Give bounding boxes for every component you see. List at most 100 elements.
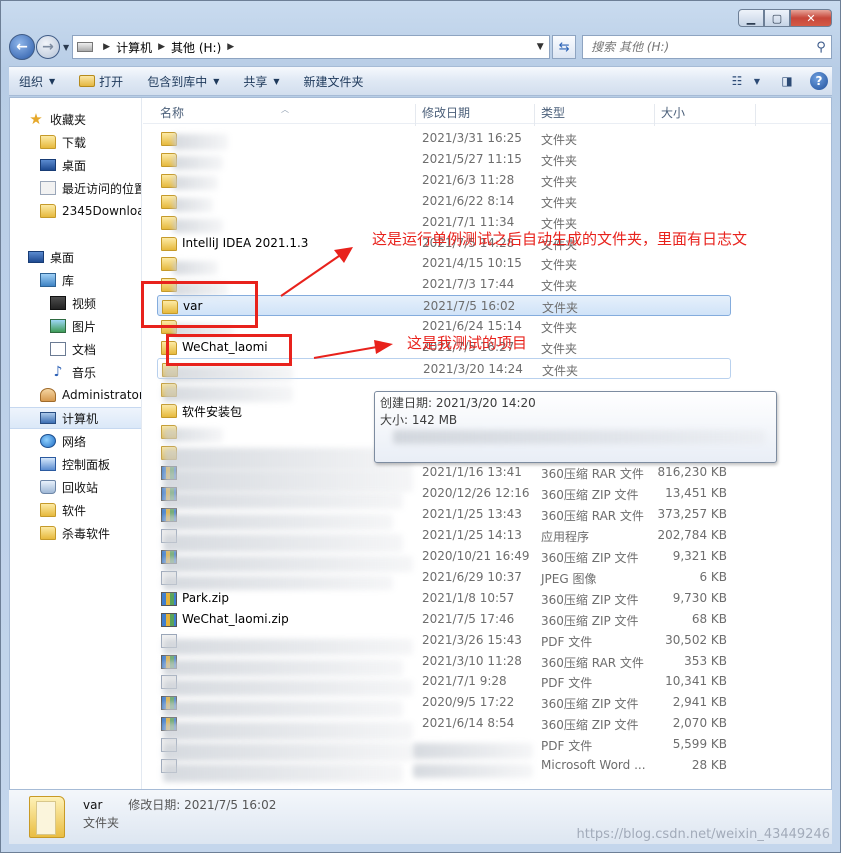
file-type: 文件夹 (541, 279, 578, 294)
file-size: 5,599 KB (672, 737, 727, 752)
sidebar-item-videos[interactable]: 视频 (50, 292, 141, 314)
large-folder-icon (29, 796, 65, 838)
chevron-down-icon: ▼ (49, 76, 56, 86)
table-row[interactable]: 2021/5/27 11:15 文件夹 (157, 149, 731, 170)
details-text: var 修改日期: 2021/7/5 16:02 文件夹 (83, 796, 276, 832)
include-in-library-button[interactable]: 包含到库中 ▼ (147, 73, 219, 90)
file-date: 2021/6/24 15:14 (422, 319, 522, 334)
column-date[interactable]: 修改日期 (422, 104, 470, 121)
file-type: 360压缩 ZIP 文件 (541, 551, 639, 565)
organize-button[interactable]: 组织 ▼ (19, 73, 55, 90)
address-dropdown-icon[interactable]: ▼ (531, 42, 549, 52)
sidebar-item-pictures[interactable]: 图片 (50, 315, 141, 337)
redaction (163, 764, 403, 782)
help-button[interactable]: ? (806, 70, 832, 92)
chevron-right-icon[interactable]: ▶ (158, 42, 165, 52)
table-row[interactable]: 2021/6/3 11:28 文件夹 (157, 170, 731, 191)
picture-icon (50, 319, 66, 333)
sidebar-label: 软件 (62, 503, 87, 518)
address-bar[interactable]: ▶ 计算机 ▶ 其他 (H:) ▶ ▼ (72, 35, 551, 59)
file-tooltip: 创建日期: 2021/3/20 14:20 大小: 142 MB (374, 391, 777, 463)
table-row[interactable]: WeChat_laomi.zip 2021/7/5 17:46 360压缩 ZIP … (157, 609, 731, 630)
back-button[interactable]: ← (9, 34, 35, 60)
music-note-icon: ♪ (53, 364, 63, 380)
table-row[interactable]: 2021/6/22 8:14 文件夹 (157, 191, 731, 212)
minimize-button[interactable]: ▁ (738, 9, 764, 27)
sidebar-item-network[interactable]: 网络 (40, 430, 141, 452)
back-arrow-icon: ← (16, 39, 28, 55)
file-type: 360压缩 ZIP 文件 (541, 592, 639, 607)
redaction (163, 386, 293, 402)
breadcrumb-computer[interactable]: 计算机 (116, 39, 152, 56)
sidebar-item-control-panel[interactable]: 控制面板 (40, 453, 141, 475)
annotation-var-note: 这是运行单例测试之后自动生成的文件夹，里面有日志文 (372, 230, 748, 248)
column-divider[interactable] (654, 104, 655, 126)
redaction (163, 514, 393, 530)
breadcrumb-drive-h[interactable]: 其他 (H:) (171, 39, 221, 56)
column-divider[interactable] (755, 104, 756, 126)
refresh-button[interactable]: ⇆ (552, 35, 577, 59)
search-box[interactable]: ⚲ (582, 35, 832, 59)
preview-pane-icon[interactable]: ◨ (774, 70, 800, 92)
search-input[interactable] (591, 40, 811, 54)
forward-button[interactable]: → (36, 35, 60, 59)
file-size: 68 KB (691, 611, 727, 626)
sidebar-item-desktop-root[interactable]: 桌面 (28, 246, 141, 268)
new-folder-button[interactable]: 新建文件夹 (304, 73, 364, 90)
sidebar-item-libraries[interactable]: 库 (40, 269, 141, 291)
sidebar-item-recent[interactable]: 最近访问的位置 (40, 177, 141, 199)
sidebar-item-recycle-bin[interactable]: 回收站 (40, 476, 141, 498)
file-date: 2021/5/27 11:15 (422, 151, 522, 166)
file-date: 2021/6/3 11:28 (422, 172, 515, 187)
redaction (163, 743, 413, 761)
view-options-icon[interactable]: ☷ (724, 70, 750, 92)
include-library-label: 包含到库中 (147, 74, 208, 89)
file-type: JPEG 图像 (541, 571, 597, 586)
sidebar-item-favorites[interactable]: ★ 收藏夹 (28, 108, 141, 130)
sidebar-item-desktop[interactable]: 桌面 (40, 154, 141, 176)
file-type: 360压缩 ZIP 文件 (541, 488, 639, 503)
column-name[interactable]: 名称 (160, 104, 184, 121)
help-icon: ? (810, 72, 828, 90)
desktop-icon (40, 159, 56, 171)
close-icon: ✕ (806, 11, 816, 25)
column-type[interactable]: 类型 (541, 104, 565, 121)
sidebar-item-antivirus[interactable]: 杀毒软件 (40, 522, 141, 544)
sidebar-item-music[interactable]: ♪ 音乐 (50, 361, 141, 383)
close-button[interactable]: ✕ (790, 9, 832, 27)
annotation-box-wechat (166, 334, 292, 366)
table-row[interactable]: 2021/3/31 16:25 文件夹 (157, 128, 731, 149)
desktop-icon (28, 251, 44, 263)
sidebar-label: 图片 (72, 319, 97, 334)
maximize-icon: ▢ (771, 11, 783, 25)
maximize-button[interactable]: ▢ (764, 9, 790, 27)
chevron-right-icon[interactable]: ▶ (227, 42, 234, 52)
view-dropdown-icon[interactable]: ▼ (750, 70, 764, 92)
column-size[interactable]: 大小 (661, 104, 685, 121)
file-date: 2020/12/26 12:16 (422, 486, 530, 501)
folder-icon (40, 135, 56, 149)
sidebar-item-administrator[interactable]: Administrator (40, 384, 141, 406)
search-icon[interactable]: ⚲ (811, 40, 831, 55)
library-icon (40, 273, 56, 287)
share-button[interactable]: 共享 ▼ (243, 73, 279, 90)
sidebar-item-computer[interactable]: 计算机 (10, 407, 141, 429)
redaction (163, 493, 403, 509)
open-button[interactable]: 打开 (79, 73, 123, 90)
file-date: 2021/3/31 16:25 (422, 131, 522, 145)
sidebar-item-software[interactable]: 软件 (40, 499, 141, 521)
sidebar-item-2345downloads[interactable]: 2345Downloads (40, 200, 141, 222)
file-type: 应用程序 (541, 530, 590, 545)
file-type: 文件夹 (541, 153, 578, 168)
chevron-right-icon[interactable]: ▶ (103, 42, 110, 52)
sidebar-label: 网络 (62, 434, 87, 449)
column-divider[interactable] (534, 104, 535, 126)
recent-pages-dropdown[interactable]: ▼ (63, 43, 69, 52)
sidebar-item-downloads[interactable]: 下载 (40, 131, 141, 153)
file-size: 28 KB (691, 758, 727, 772)
table-row[interactable]: Park.zip 2021/1/8 10:57 360压缩 ZIP 文件 9,730 … (157, 588, 731, 609)
sidebar-item-documents[interactable]: 文档 (50, 338, 141, 360)
table-row[interactable]: 2021/4/15 10:15 文件夹 (157, 253, 731, 274)
file-date: 2021/7/1 11:34 (422, 214, 515, 229)
column-divider[interactable] (415, 104, 416, 126)
